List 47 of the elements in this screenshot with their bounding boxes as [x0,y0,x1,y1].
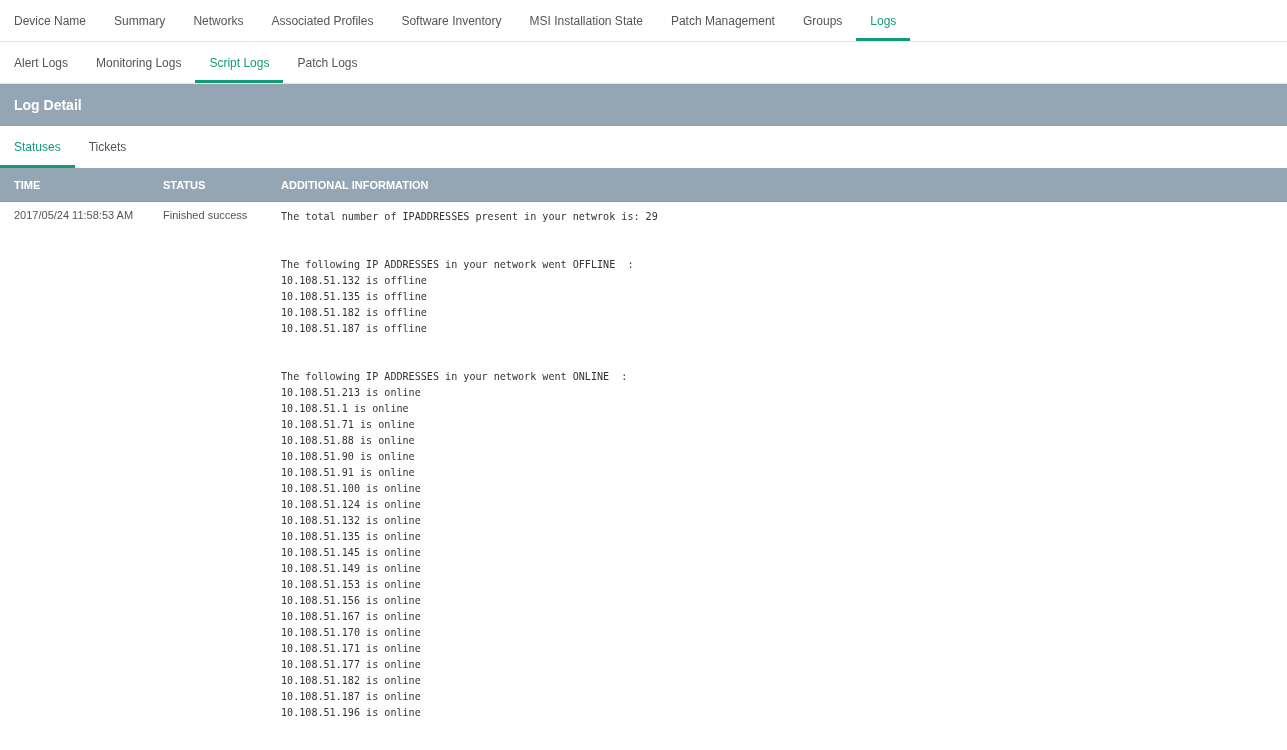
log-line: 10.108.51.177 is online [281,658,421,672]
column-header: ADDITIONAL INFORMATION [281,178,429,191]
log-line: 10.108.51.167 is online [281,610,421,624]
status-cell-text: Finished success [163,209,249,223]
log-line: 10.108.51.171 is online [281,642,421,656]
log-line: 10.108.51.149 is online [281,562,421,576]
log-line: 10.108.51.135 is offline [281,290,427,304]
log-line: 10.108.51.182 is offline [281,306,427,320]
main-tab[interactable]: Logs [856,0,911,41]
log-line: The following IP ADDRESSES in your network went OFFLINE : [281,258,634,272]
main-tab[interactable]: Networks [179,0,258,41]
detail-tab[interactable]: Tickets [74,126,141,168]
log-line: 10.108.51.156 is online [281,594,421,608]
column-header: TIME [13,178,42,191]
log-line: 10.108.51.91 is online [281,466,415,480]
main-tab[interactable]: Groups [788,0,857,41]
main-tab[interactable]: Summary [100,0,180,41]
log-line: 10.108.51.182 is online [281,674,421,688]
log-line: 10.108.51.132 is online [281,514,421,528]
main-tab[interactable]: Associated Profiles [257,0,388,41]
log-line: 10.108.51.187 is offline [281,322,427,336]
log-tab[interactable]: Monitoring Logs [82,42,196,83]
log-line: The total number of IPADDRESSES present in your netwrok is: 29 [281,210,658,224]
main-tab[interactable]: Device Name [0,0,101,41]
main-tab[interactable]: Software Inventory [387,0,516,41]
log-line: 10.108.51.170 is online [281,626,421,640]
log-line: 10.108.51.1 is online [281,402,409,416]
main-tab[interactable]: Patch Management [656,0,789,41]
log-line: 10.108.51.71 is online [281,418,415,432]
log-line: 10.108.51.196 is online [281,706,421,720]
log-line: 10.108.51.135 is online [281,530,421,544]
log-line: 10.108.51.145 is online [281,546,421,560]
log-line: 10.108.51.90 is online [281,450,415,464]
log-line: 10.108.51.213 is online [281,386,421,400]
log-line: 10.108.51.132 is offline [281,274,427,288]
log-line: The following IP ADDRESSES in your network went ONLINE : [281,370,628,384]
log-line: 10.108.51.100 is online [281,482,421,496]
log-line: 10.108.51.88 is online [281,434,415,448]
time-cell-text: 2017/05/24 11:58:53 AM [13,209,135,223]
log-line: 10.108.51.153 is online [281,578,421,592]
log-line: 10.108.51.124 is online [281,498,421,512]
log-tab[interactable]: Alert Logs [0,42,83,83]
column-header: STATUS [163,178,207,191]
main-tab[interactable]: MSI Installation State [515,0,657,41]
log-line: 10.108.51.187 is online [281,690,421,704]
panel-title: Log Detail [14,97,82,113]
log-tab[interactable]: Patch Logs [283,42,372,83]
